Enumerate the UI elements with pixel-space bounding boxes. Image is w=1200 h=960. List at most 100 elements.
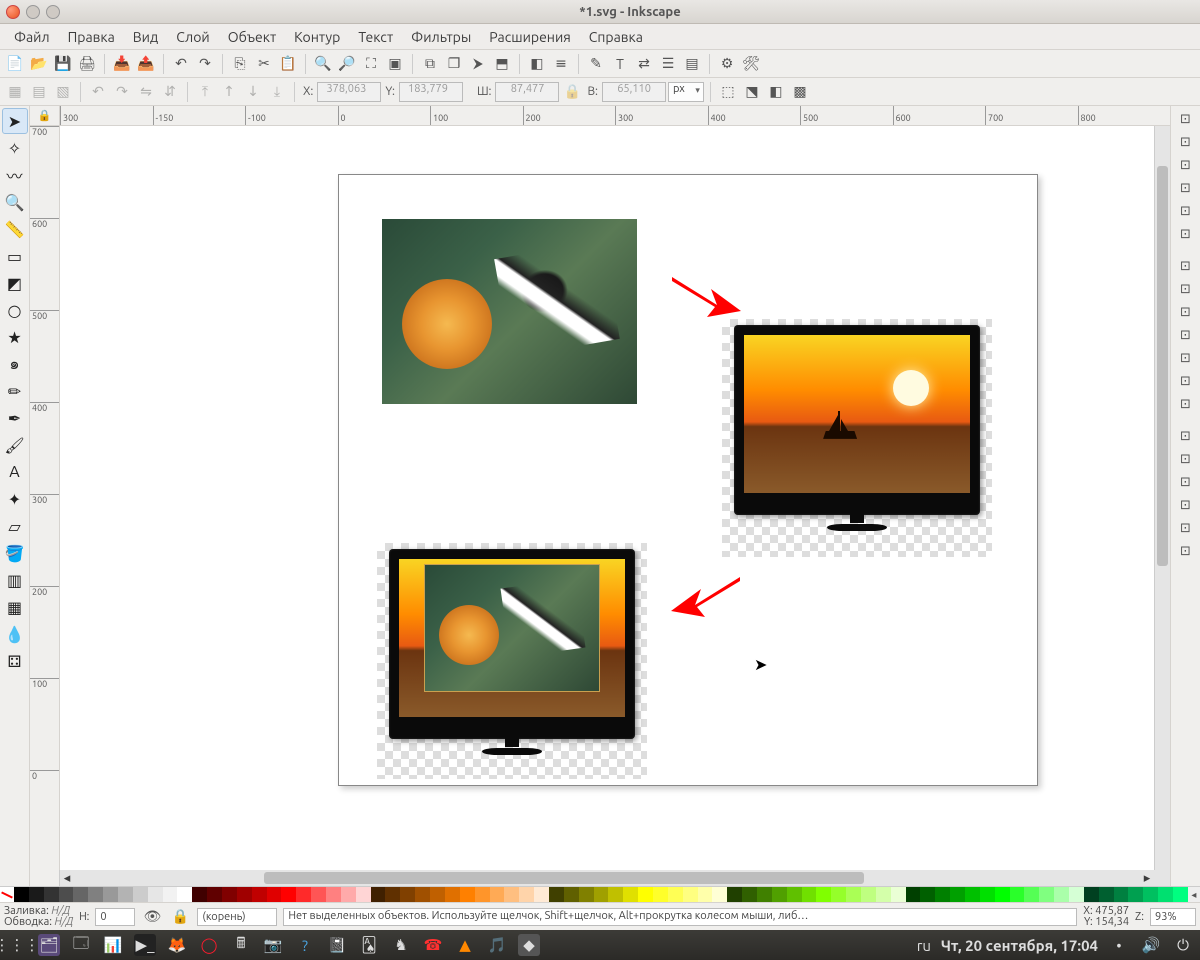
sel-layer-icon[interactable]: ▤ [28, 81, 50, 103]
flip-h-icon[interactable]: ⇋ [135, 81, 157, 103]
zoom-input[interactable]: 93% [1150, 908, 1196, 926]
swatch[interactable] [1010, 887, 1025, 902]
snap-intersect-icon[interactable]: ⊡ [1175, 301, 1197, 323]
snap-perp-icon[interactable]: ⊡ [1175, 393, 1197, 415]
help-icon[interactable]: ? [294, 934, 316, 956]
affect-pattern-icon[interactable]: ▩ [789, 81, 811, 103]
swatch[interactable] [787, 887, 802, 902]
arrow-left-icon[interactable] [665, 567, 745, 626]
zoom-fit-icon[interactable]: ⛶ [360, 53, 382, 75]
prefs-icon[interactable]: ▤ [681, 53, 703, 75]
swatch[interactable] [668, 887, 683, 902]
swatch[interactable] [1128, 887, 1143, 902]
save-icon[interactable]: 💾 [52, 53, 74, 75]
swatch[interactable] [757, 887, 772, 902]
new-icon[interactable]: 📄 [4, 53, 26, 75]
swatch[interactable] [133, 887, 148, 902]
zoom-out-icon[interactable]: 🔎 [336, 53, 358, 75]
swatch[interactable] [935, 887, 950, 902]
swatch[interactable] [1158, 887, 1173, 902]
snap-tangent-icon[interactable]: ⊡ [1175, 370, 1197, 392]
swatch[interactable] [519, 887, 534, 902]
swatch[interactable] [965, 887, 980, 902]
menu-Объект[interactable]: Объект [220, 26, 284, 48]
swatch[interactable] [1084, 887, 1099, 902]
canvas[interactable]: ➤ [60, 126, 1154, 870]
settings-icon[interactable]: ⚙ [716, 53, 738, 75]
group-icon[interactable]: ⬒ [491, 53, 513, 75]
swatch[interactable] [534, 887, 549, 902]
tool-sculpt[interactable]: 〰 [2, 162, 28, 188]
swatch[interactable] [460, 887, 475, 902]
stroke-value[interactable]: Н/Д [54, 916, 73, 928]
lock-aspect-icon[interactable]: 🔒 [561, 81, 583, 103]
files-icon[interactable]: 🗂 [38, 934, 60, 956]
swatch[interactable] [88, 887, 103, 902]
swatch[interactable] [148, 887, 163, 902]
swatch[interactable] [475, 887, 490, 902]
swatch[interactable] [14, 887, 29, 902]
swatch[interactable] [698, 887, 713, 902]
align-icon[interactable]: ≡ [550, 53, 572, 75]
app2-icon[interactable]: 🗔 [70, 934, 92, 956]
undo-icon[interactable]: ↶ [170, 53, 192, 75]
snap-rotation-icon[interactable]: ⊡ [1175, 448, 1197, 470]
swatch[interactable] [207, 887, 222, 902]
unlink-icon[interactable]: ⮞ [467, 53, 489, 75]
swatch-none[interactable] [0, 887, 14, 902]
lower-bottom-icon[interactable]: ⤓ [266, 81, 288, 103]
tool-select[interactable]: ➤ [2, 108, 28, 134]
swatch[interactable] [118, 887, 133, 902]
tool-bezier[interactable]: ✒ [2, 405, 28, 431]
swatch[interactable] [1114, 887, 1129, 902]
keyboard-layout[interactable]: ru [917, 937, 931, 954]
window-maximize-button[interactable] [46, 5, 60, 19]
swatch[interactable] [564, 887, 579, 902]
swatch[interactable] [371, 887, 386, 902]
vertical-scrollbar[interactable] [1154, 126, 1170, 870]
zoom-page-icon[interactable]: ▣ [384, 53, 406, 75]
swatch[interactable] [727, 887, 742, 902]
rotate-ccw-icon[interactable]: ↶ [87, 81, 109, 103]
swatch[interactable] [653, 887, 668, 902]
notes-icon[interactable]: 📓 [326, 934, 348, 956]
image-tv-composite[interactable] [377, 543, 647, 779]
vlc-icon[interactable]: ▲ [454, 934, 476, 956]
swatch[interactable] [876, 887, 891, 902]
palette-scroll-icon[interactable]: ◂ [1188, 887, 1200, 902]
swatch[interactable] [816, 887, 831, 902]
ruler-origin-lock-icon[interactable]: 🔒 [30, 106, 60, 126]
text-icon[interactable]: T [609, 53, 631, 75]
swatch[interactable] [192, 887, 207, 902]
swatch[interactable] [831, 887, 846, 902]
swatch[interactable] [846, 887, 861, 902]
swatch[interactable] [356, 887, 371, 902]
snap-cusp-icon[interactable]: ⊡ [1175, 347, 1197, 369]
swatch[interactable] [980, 887, 995, 902]
dup-icon[interactable]: ⧉ [419, 53, 441, 75]
swatch[interactable] [222, 887, 237, 902]
calc-icon[interactable]: 🖩 [230, 934, 252, 956]
volume-icon[interactable]: 🔊 [1140, 934, 1162, 956]
swatch[interactable] [995, 887, 1010, 902]
layer-select[interactable]: (корень) [197, 908, 277, 926]
opera-icon[interactable]: ◯ [198, 934, 220, 956]
affect-gradient-icon[interactable]: ◧ [765, 81, 787, 103]
lower-icon[interactable]: ↓ [242, 81, 264, 103]
desel-icon[interactable]: ▧ [52, 81, 74, 103]
swatch[interactable] [608, 887, 623, 902]
tool-bucket[interactable]: 🪣 [2, 540, 28, 566]
vertical-ruler[interactable]: 7006005004003002001000 [30, 126, 60, 870]
affect-stroke-icon[interactable]: ⬚ [717, 81, 739, 103]
clone-icon[interactable]: ❐ [443, 53, 465, 75]
swatch[interactable] [861, 887, 876, 902]
swatch[interactable] [772, 887, 787, 902]
swatch[interactable] [1143, 887, 1158, 902]
phone-icon[interactable]: ☎ [422, 934, 444, 956]
image-butterfly[interactable] [382, 219, 637, 404]
app-menu-icon[interactable]: ⋮⋮⋮ [6, 934, 28, 956]
paste-icon[interactable]: 📋 [277, 53, 299, 75]
layer-lock-icon[interactable]: 🔒 [169, 906, 191, 928]
x-input[interactable]: 378,063 [317, 82, 381, 102]
tool-text[interactable]: A [2, 459, 28, 485]
